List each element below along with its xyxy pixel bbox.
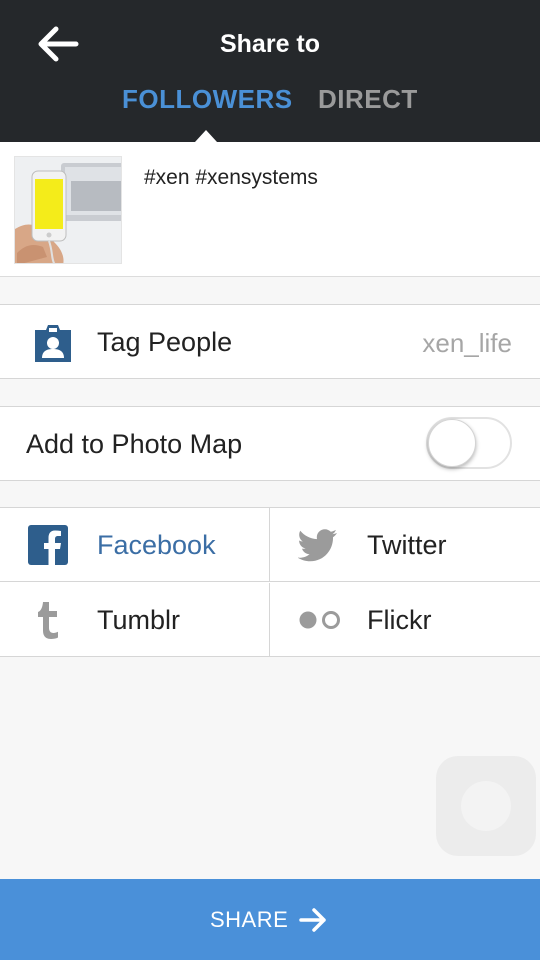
photo-map-label: Add to Photo Map [26,429,243,459]
facebook-share-button[interactable]: Facebook [0,508,270,582]
tag-people-label: Tag People [97,327,233,357]
flickr-share-button[interactable]: Flickr [270,583,540,657]
person-badge-icon [35,325,71,362]
tumblr-share-button[interactable]: Tumblr [0,583,270,657]
share-targets-grid: Facebook Twitter Tumblr Flickr [0,507,540,657]
tag-people-row[interactable]: Tag People xen_life [0,304,540,379]
tab-followers[interactable]: FOLLOWERS [122,84,293,115]
caption-text[interactable]: #xen #xensystems [144,166,318,190]
flickr-label: Flickr [367,605,432,635]
assistive-touch-icon [461,781,511,831]
tumblr-label: Tumblr [97,605,181,635]
tumblr-icon [38,602,58,639]
header-bar: Share to FOLLOWERS DIRECT [0,0,540,142]
page-title: Share to [219,30,321,58]
share-label: SHARE [210,907,289,932]
twitter-icon [298,529,337,562]
caption-section: #xen #xensystems [0,142,540,277]
flickr-icon [299,611,340,629]
photo-thumbnail[interactable] [14,156,122,264]
twitter-label: Twitter [367,530,447,560]
twitter-share-button[interactable]: Twitter [270,508,540,582]
tab-direct[interactable]: DIRECT [318,84,418,115]
share-button[interactable]: SHARE [0,879,540,960]
photo-map-toggle[interactable] [426,417,512,469]
tagged-user: xen_life [422,328,512,358]
toggle-knob [428,419,476,467]
assistive-touch-button[interactable] [436,756,536,856]
photo-map-row: Add to Photo Map [0,406,540,481]
facebook-label: Facebook [97,530,216,560]
active-tab-indicator [195,130,217,142]
facebook-icon [28,525,68,565]
arrow-right-icon [299,908,326,932]
